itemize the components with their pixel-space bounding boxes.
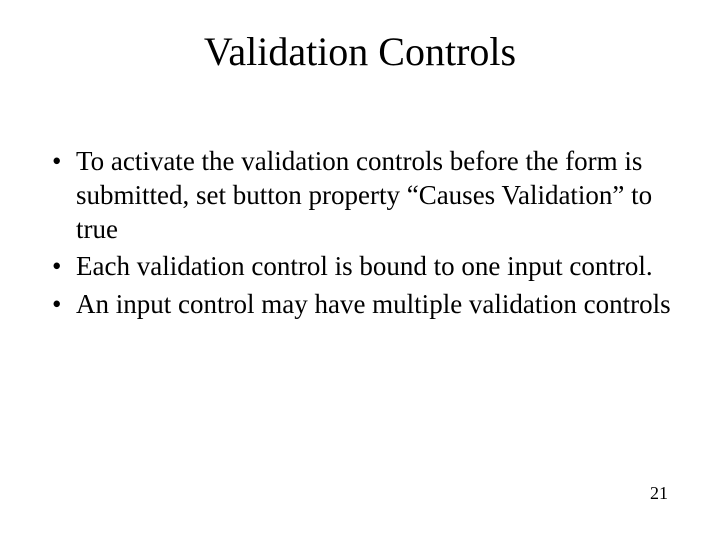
bullet-item: Each validation control is bound to one … [48, 250, 680, 284]
bullet-item: An input control may have multiple valid… [48, 288, 680, 322]
page-number: 21 [650, 483, 668, 504]
bullet-list: To activate the validation controls befo… [40, 145, 680, 322]
slide-title: Validation Controls [40, 28, 680, 75]
slide: Validation Controls To activate the vali… [0, 0, 720, 540]
bullet-item: To activate the validation controls befo… [48, 145, 680, 246]
